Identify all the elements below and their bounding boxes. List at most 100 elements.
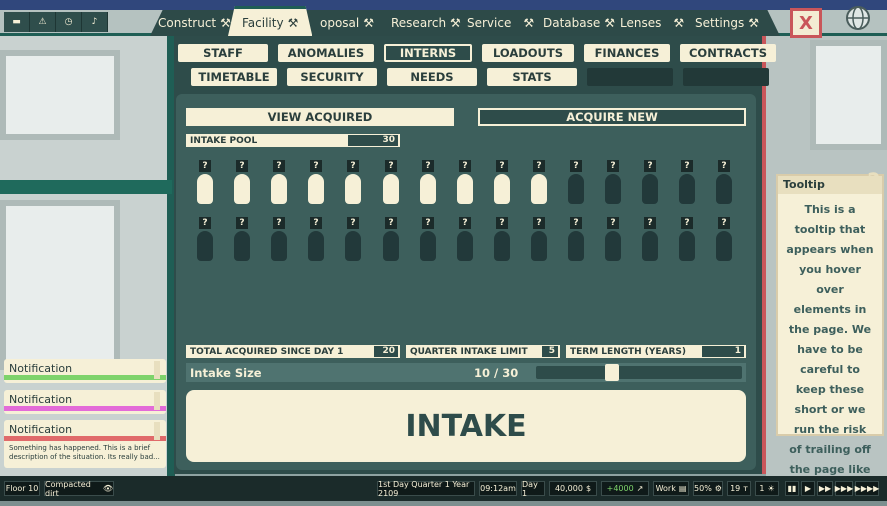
tab-database[interactable]: Database ⚒ [543,13,615,33]
subtab-staff[interactable]: STAFF [178,44,268,62]
intern-unknown[interactable]: ? [231,217,253,269]
intern-unknown[interactable]: ? [639,160,661,212]
intern-acquired[interactable]: ? [231,160,253,212]
intern-unknown[interactable]: ? [639,217,661,269]
person-silhouette-icon [308,231,324,261]
view-acquired-button[interactable]: VIEW ACQUIRED [186,108,454,126]
intern-acquired[interactable]: ? [342,160,364,212]
fast-button[interactable]: ▶▶ [817,481,833,496]
play-button[interactable]: ▶ [801,481,815,496]
intern-unknown[interactable]: ? [676,160,698,212]
notification-title: Notification [9,362,73,375]
money-value: 40,000 [554,484,583,493]
faster-button[interactable]: ▶▶▶ [835,481,853,496]
intern-unknown[interactable]: ? [380,217,402,269]
person-silhouette-icon [494,231,510,261]
intern-acquired[interactable]: ? [491,160,513,212]
tab-lenses[interactable]: Lenses ⚒ [620,13,684,33]
quick-tab-2[interactable]: ⚠ [30,12,56,32]
intern-acquired[interactable]: ? [454,160,476,212]
intern-unknown[interactable]: ? [454,217,476,269]
terrain-indicator[interactable]: Compacted dirt 👁 [44,480,114,498]
intern-unknown[interactable]: ? [417,217,439,269]
question-icon: ? [644,160,656,172]
intern-acquired[interactable]: ? [528,160,550,212]
subtab-stats[interactable]: STATS [487,68,577,86]
question-icon: ? [347,160,359,172]
intern-unknown[interactable]: ? [194,217,216,269]
subnav-row-2: TIMETABLE SECURITY NEEDS STATS [191,68,769,86]
intern-unknown[interactable]: ? [713,217,735,269]
pause-button[interactable]: ▮▮ [785,481,799,496]
intern-unknown[interactable]: ? [305,217,327,269]
acquire-new-button[interactable]: ACQUIRE NEW [478,108,746,126]
subtab-interns[interactable]: INTERNS [384,44,472,62]
tab-label: Settings [695,16,745,30]
quick-tab-4[interactable]: ♪ [82,12,108,32]
intern-acquired[interactable]: ? [194,160,216,212]
mode-button[interactable]: Work ▤ [653,481,689,496]
intern-unknown[interactable]: ? [602,160,624,212]
subtab-finances[interactable]: FINANCES [584,44,670,62]
tab-construct[interactable]: Construct ⚒ [158,13,231,33]
intern-unknown[interactable]: ? [342,217,364,269]
person-silhouette-icon [234,231,250,261]
intern-unknown[interactable]: ? [491,217,513,269]
term-length-stat: TERM LENGTH (YEARS) 1 [566,345,746,358]
tab-service[interactable]: Service ⚒ [467,13,534,33]
notification-color-bar [4,406,166,411]
intern-unknown[interactable]: ? [528,217,550,269]
notification-3[interactable]: Notification Something has happened. Thi… [4,420,166,468]
person-silhouette-icon [642,231,658,261]
tab-research[interactable]: Research ⚒ [391,13,461,33]
intern-unknown[interactable]: ? [676,217,698,269]
question-icon: ? [496,217,508,229]
money-display: 40,000 $ [549,481,597,496]
close-button[interactable]: X [790,8,822,38]
person-icon: ᴛ [743,484,748,493]
quick-tab-1[interactable]: ▬ [4,12,30,32]
subtab-contracts[interactable]: CONTRACTS [680,44,776,62]
person-silhouette-icon [494,174,510,204]
intern-unknown[interactable]: ? [565,217,587,269]
hammer-icon: ⚒ [220,16,231,30]
notification-2[interactable]: Notification [4,390,166,414]
intern-unknown[interactable]: ? [713,160,735,212]
intake-size-slider[interactable] [536,364,742,381]
question-icon: ? [385,217,397,229]
intern-acquired[interactable]: ? [417,160,439,212]
subtab-needs[interactable]: NEEDS [387,68,477,86]
floor-indicator[interactable]: Floor 10 [4,481,40,496]
count-value: 1 [759,484,765,493]
intern-unknown[interactable]: ? [565,160,587,212]
intern-acquired[interactable]: ? [268,160,290,212]
question-icon: ? [273,217,285,229]
tooltip-text: This is a tooltip that appears when you … [786,203,874,496]
notification-1[interactable]: Notification [4,359,166,383]
slider-handle[interactable] [605,364,619,381]
subtab-anomalies[interactable]: ANOMALIES [278,44,374,62]
person-silhouette-icon [234,174,250,204]
question-icon: ? [570,217,582,229]
intake-pool-value: 30 [348,135,398,146]
tab-proposal[interactable]: oposal ⚒ [320,13,374,33]
intern-acquired[interactable]: ? [380,160,402,212]
tab-facility[interactable]: Facility ⚒ [228,6,313,36]
globe-icon[interactable] [838,4,878,32]
hammer-icon: ⚒ [450,16,461,30]
fastest-button[interactable]: ▶▶▶▶ [855,481,879,496]
intern-unknown[interactable]: ? [268,217,290,269]
question-icon: ? [310,160,322,172]
intern-unknown[interactable]: ? [602,217,624,269]
hammer-icon: ⚒ [748,16,759,30]
tab-label: oposal [320,16,360,30]
person-silhouette-icon [345,231,361,261]
quick-tab-3[interactable]: ◷ [56,12,82,32]
intern-acquired[interactable]: ? [305,160,327,212]
subtab-security[interactable]: SECURITY [287,68,377,86]
intake-button[interactable]: INTAKE [186,390,746,462]
stat-value: 5 [542,346,558,357]
tab-settings[interactable]: Settings ⚒ [695,13,759,33]
subtab-timetable[interactable]: TIMETABLE [191,68,277,86]
subtab-loadouts[interactable]: LOADOUTS [482,44,574,62]
